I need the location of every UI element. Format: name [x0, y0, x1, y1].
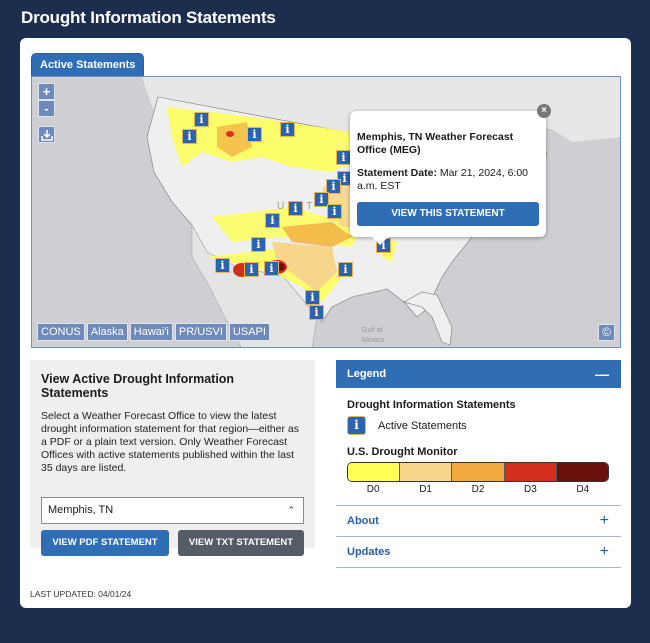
download-button[interactable]: [38, 126, 55, 143]
close-icon[interactable]: ×: [537, 104, 551, 118]
statement-marker[interactable]: i: [305, 290, 320, 305]
statement-marker[interactable]: i: [244, 262, 259, 277]
scale-d2: [452, 463, 505, 481]
statement-popup: × Memphis, TN Weather Forecast Office (M…: [350, 104, 551, 245]
region-tab-usapi[interactable]: USAPI: [228, 323, 270, 341]
zoom-out-button[interactable]: -: [38, 100, 55, 117]
download-icon: [40, 130, 53, 141]
panel-description: Select a Weather Forecast Office to view…: [41, 410, 299, 474]
main-card: Active Statements Gulf of Mexico + - i i…: [20, 38, 631, 608]
statement-marker[interactable]: i: [336, 150, 351, 165]
scale-label: D2: [471, 484, 485, 495]
scale-label: D0: [366, 484, 380, 495]
accordion-updates[interactable]: Updates +: [336, 537, 621, 568]
panel-title: View Active Drought Information Statemen…: [41, 372, 235, 400]
legend-header[interactable]: Legend —: [336, 360, 621, 388]
svg-text:Mexico: Mexico: [362, 337, 384, 344]
scale-d0: [348, 463, 401, 481]
statement-marker[interactable]: i: [280, 122, 295, 137]
popup-date: Statement Date: Mar 21, 2024, 6:00 a.m. …: [357, 167, 539, 193]
collapse-icon[interactable]: —: [595, 360, 609, 388]
view-statements-panel: View Active Drought Information Statemen…: [30, 360, 315, 556]
scale-label: D4: [576, 484, 590, 495]
popup-title: Memphis, TN Weather Forecast Office (MEG…: [357, 131, 514, 156]
scale-d4: [556, 463, 608, 481]
region-tab-hawaii[interactable]: Hawai'i: [129, 323, 173, 341]
statement-marker[interactable]: i: [264, 261, 279, 276]
view-txt-button[interactable]: VIEW TXT STATEMENT: [178, 530, 304, 556]
scale-label: D1: [419, 484, 432, 495]
view-this-statement-button[interactable]: VIEW THIS STATEMENT: [357, 202, 539, 226]
svg-text:Gulf of: Gulf of: [362, 327, 383, 334]
statement-marker[interactable]: i: [182, 129, 197, 144]
statement-marker[interactable]: i: [327, 204, 342, 219]
region-tabs: CONUS Alaska Hawai'i PR/USVI USAPI: [37, 323, 270, 341]
scale-label: D3: [524, 484, 537, 495]
tab-active-statements[interactable]: Active Statements: [31, 53, 145, 76]
page-title: Drought Information Statements: [21, 8, 276, 27]
legend-panel: Legend — Drought Information Statements …: [336, 360, 621, 568]
drought-map[interactable]: UNIT Gulf of Mexico + - i i i i i i i i …: [31, 76, 621, 348]
copyright-icon[interactable]: ©: [598, 324, 615, 341]
zoom-in-button[interactable]: +: [38, 83, 55, 100]
drought-scale: [347, 462, 609, 482]
accordion-about[interactable]: About +: [336, 506, 621, 537]
statement-marker[interactable]: i: [265, 213, 280, 228]
statement-marker[interactable]: i: [338, 262, 353, 277]
statement-marker[interactable]: i: [194, 112, 209, 127]
region-tab-conus[interactable]: CONUS: [37, 323, 85, 341]
region-tab-pr-usvi[interactable]: PR/USVI: [174, 323, 227, 341]
expand-icon[interactable]: +: [600, 506, 609, 536]
scale-d3: [504, 463, 557, 481]
statement-marker[interactable]: i: [247, 127, 262, 142]
office-select-value: Memphis, TN: [48, 504, 114, 516]
legend-usdm-title: U.S. Drought Monitor: [347, 446, 458, 458]
legend-title: Legend: [347, 368, 387, 380]
legend-active-label: Active Statements: [378, 419, 467, 432]
legend-active-item: i Active Statements: [347, 416, 621, 435]
statement-marker[interactable]: i: [215, 258, 230, 273]
info-marker-icon: i: [347, 416, 366, 435]
region-tab-alaska[interactable]: Alaska: [86, 323, 128, 341]
scale-d1: [400, 463, 453, 481]
statement-marker[interactable]: i: [251, 237, 266, 252]
accordion-about-label: About: [347, 515, 379, 527]
select-caret-icon: ⌃: [287, 505, 295, 515]
last-updated: LAST UPDATED: 04/01/24: [30, 589, 132, 599]
popup-date-label: Statement Date:: [357, 167, 437, 179]
accordion-updates-label: Updates: [347, 546, 391, 558]
view-pdf-button[interactable]: VIEW PDF STATEMENT: [41, 530, 169, 556]
expand-icon[interactable]: +: [600, 537, 609, 567]
office-select[interactable]: Memphis, TN ⌃: [41, 497, 304, 524]
statement-marker[interactable]: i: [309, 305, 324, 320]
accordion: About + Updates +: [336, 505, 621, 568]
legend-dis-title: Drought Information Statements: [347, 399, 516, 411]
statement-marker[interactable]: i: [288, 201, 303, 216]
